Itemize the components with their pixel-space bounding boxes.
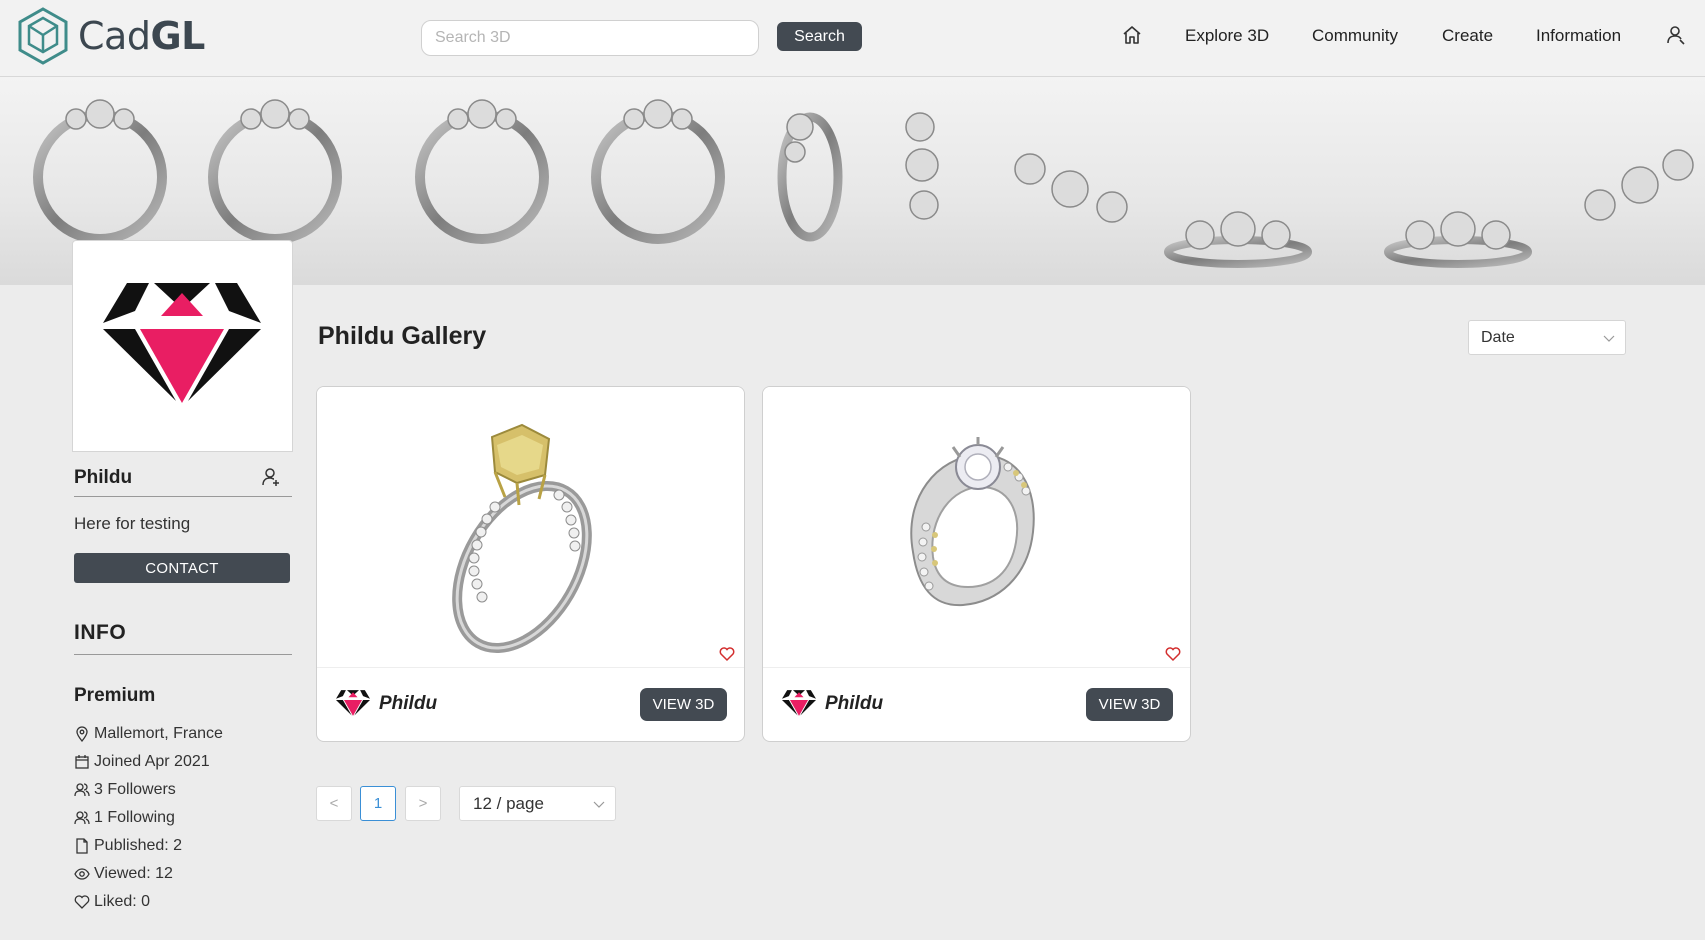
card-author[interactable]: Phildu [379,693,437,715]
view-3d-button[interactable]: VIEW 3D [640,688,727,721]
brand-name: CadGL [78,14,205,58]
calendar-icon [75,755,89,769]
diamond-avatar-icon [103,283,261,403]
like-heart-icon[interactable] [1165,646,1181,662]
info-joined: Joined Apr 2021 [74,753,210,771]
profile-avatar [72,240,293,452]
info-published: Published: 2 [74,837,182,855]
like-heart-icon[interactable] [719,646,735,662]
nav-explore-3d[interactable]: Explore 3D [1185,26,1269,46]
nav-create[interactable]: Create [1442,26,1493,46]
nav-community[interactable]: Community [1312,26,1398,46]
following-icon [74,811,90,825]
search-input[interactable] [421,20,759,56]
solitaire-ring-image [452,423,592,654]
pagination-page-1[interactable]: 1 [360,786,396,821]
nav-information[interactable]: Information [1536,26,1621,46]
membership-tier: Premium [74,685,156,706]
eye-icon [74,868,90,880]
divider [74,654,292,655]
contact-button[interactable]: CONTACT [74,553,290,583]
info-viewed: Viewed: 12 [74,865,173,883]
author-avatar-icon[interactable] [782,689,816,717]
brand-logo[interactable]: CadGL [16,6,205,66]
top-navbar: CadGL Search Explore 3D Community Create… [0,0,1705,77]
gallery-title: Phildu Gallery [318,322,487,350]
follow-user-icon[interactable] [261,467,281,487]
gallery-card[interactable]: Phildu VIEW 3D [762,386,1191,742]
view-3d-button[interactable]: VIEW 3D [1086,688,1173,721]
author-avatar-icon[interactable] [336,689,370,717]
user-account-icon[interactable] [1665,24,1687,46]
chevron-down-icon [593,801,605,808]
document-icon [76,838,88,854]
search-button[interactable]: Search [777,22,862,51]
home-icon[interactable] [1121,24,1143,46]
profile-username: Phildu [74,467,133,488]
chevron-down-icon [1603,335,1615,342]
card-footer: Phildu VIEW 3D [763,667,1190,741]
sort-value: Date [1481,329,1515,346]
sort-select[interactable]: Date [1468,320,1626,355]
location-pin-icon [76,726,88,742]
pagination-next[interactable]: > [405,786,441,821]
card-footer: Phildu VIEW 3D [317,667,744,741]
profile-bio: Here for testing [74,514,191,533]
page-size-value: 12 / page [473,794,544,813]
heart-icon [74,895,90,909]
followers-icon [74,783,90,797]
card-author[interactable]: Phildu [825,693,883,715]
gallery-card[interactable]: Phildu VIEW 3D [316,386,745,742]
page-size-select[interactable]: 12 / page [459,786,616,821]
info-following[interactable]: 1 Following [74,809,175,827]
halo-ring-image [910,437,1035,607]
cube-logo-icon [18,7,68,65]
model-thumbnail[interactable] [763,387,1190,667]
info-followers[interactable]: 3 Followers [74,781,176,799]
divider [74,496,292,497]
pagination-prev[interactable]: < [316,786,352,821]
info-location: Mallemort, France [74,725,223,743]
info-liked: Liked: 0 [74,893,150,911]
model-thumbnail[interactable] [317,387,744,667]
info-heading: INFO [74,621,127,644]
